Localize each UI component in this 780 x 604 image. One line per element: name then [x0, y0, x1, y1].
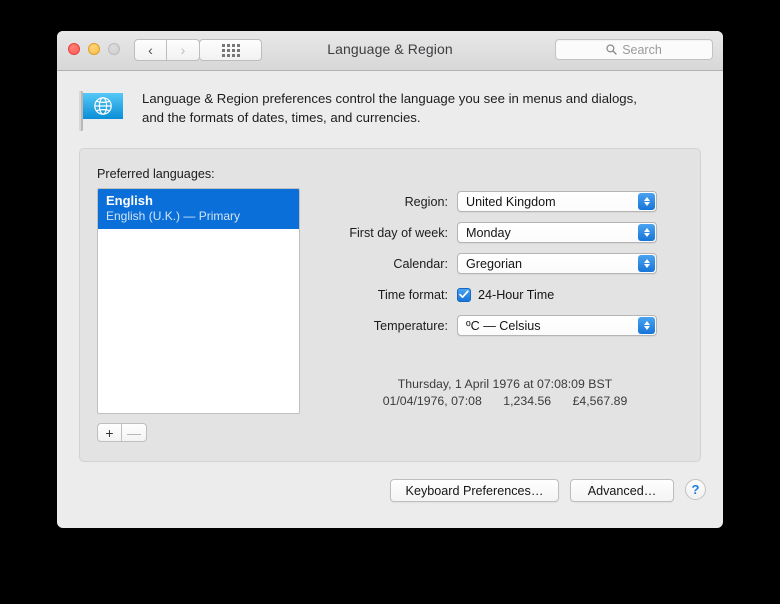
first-day-of-week-label: First day of week:	[349, 225, 448, 240]
language-detail: English (U.K.) — Primary	[106, 209, 241, 223]
region-row: Region: United Kingdom	[325, 191, 685, 212]
calendar-popup-button[interactable]: Gregorian	[457, 253, 657, 274]
search-placeholder: Search	[622, 42, 662, 57]
temperature-stepper-icon[interactable]	[638, 317, 655, 334]
help-button[interactable]: ?	[685, 479, 706, 500]
time-format-checkbox-group[interactable]: 24-Hour Time	[457, 287, 555, 302]
remove-language-button: —	[122, 423, 147, 442]
add-remove-buttons: + —	[97, 423, 147, 442]
language-region-flag-globe-icon	[79, 91, 123, 131]
calendar-stepper-icon[interactable]	[638, 255, 655, 272]
first-day-of-week-popup-button[interactable]: Monday	[457, 222, 657, 243]
region-stepper-icon[interactable]	[638, 193, 655, 210]
format-preview-values: 01/04/1976, 07:08 1,234.56 £4,567.89	[325, 393, 685, 410]
search-icon	[606, 44, 617, 55]
checkmark-icon	[459, 290, 469, 298]
calendar-row: Calendar: Gregorian	[325, 253, 685, 274]
temperature-row: Temperature: ºC — Celsius	[325, 315, 685, 336]
preferred-languages-label: Preferred languages:	[97, 167, 215, 181]
time-format-checkbox[interactable]	[457, 287, 471, 302]
description-line-2: and the formats of dates, times, and cur…	[142, 110, 421, 125]
region-value: United Kingdom	[466, 194, 556, 209]
calendar-value: Gregorian	[466, 256, 523, 271]
system-preferences-window: ‹ › Language & Region Search Language & …	[57, 31, 723, 528]
region-label: Region:	[404, 194, 448, 209]
region-settings-form: Region: United Kingdom First day of week…	[325, 191, 685, 346]
advanced-button[interactable]: Advanced…	[570, 479, 674, 502]
temperature-popup-button[interactable]: ºC — Celsius	[457, 315, 657, 336]
format-preview-number: 1,234.56	[503, 394, 552, 408]
settings-group-box: Preferred languages: English English (U.…	[79, 148, 701, 462]
time-format-row: Time format: 24-Hour Time	[325, 284, 685, 305]
temperature-label: Temperature:	[373, 318, 448, 333]
temperature-value: ºC — Celsius	[466, 318, 541, 333]
format-preview-long-date: Thursday, 1 April 1976 at 07:08:09 BST	[397, 377, 613, 391]
language-name: English	[106, 193, 153, 208]
format-preview: Thursday, 1 April 1976 at 07:08:09 BST 0…	[325, 376, 685, 410]
region-popup-button[interactable]: United Kingdom	[457, 191, 657, 212]
format-preview-short-date: 01/04/1976, 07:08	[382, 394, 482, 408]
first-day-of-week-stepper-icon[interactable]	[638, 224, 655, 241]
keyboard-preferences-button[interactable]: Keyboard Preferences…	[390, 479, 559, 502]
window-titlebar: ‹ › Language & Region Search	[57, 31, 723, 71]
add-language-button[interactable]: +	[97, 423, 122, 442]
calendar-label: Calendar:	[393, 256, 448, 271]
time-format-label: Time format:	[377, 287, 448, 302]
footer-buttons: Keyboard Preferences… Advanced… ?	[57, 476, 723, 516]
search-field[interactable]: Search	[555, 39, 713, 60]
preference-header: Language & Region preferences control th…	[57, 71, 723, 153]
first-day-of-week-row: First day of week: Monday	[325, 222, 685, 243]
preference-description: Language & Region preferences control th…	[142, 89, 701, 127]
preferred-languages-list[interactable]: English English (U.K.) — Primary	[97, 188, 300, 414]
description-line-1: Language & Region preferences control th…	[142, 91, 637, 106]
format-preview-currency: £4,567.89	[572, 394, 628, 408]
time-format-value: 24-Hour Time	[478, 287, 555, 302]
list-item[interactable]: English English (U.K.) — Primary	[98, 189, 299, 229]
first-day-of-week-value: Monday	[466, 225, 511, 240]
